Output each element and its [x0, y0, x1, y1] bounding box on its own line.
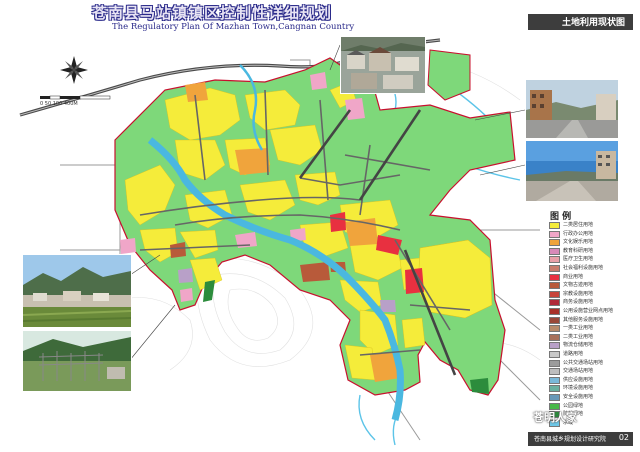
- legend-swatch: [549, 385, 560, 393]
- legend-swatch: [549, 333, 560, 341]
- legend-swatch: [549, 290, 560, 298]
- photo-substation: [22, 330, 132, 392]
- legend-swatch: [549, 222, 560, 229]
- legend-swatch: [549, 394, 560, 401]
- legend-swatch: [549, 376, 560, 384]
- footer-organization: 苍南县城乡规划设计研究院: [534, 436, 607, 443]
- north-green-area: [427, 49, 471, 101]
- legend-swatch: [549, 230, 560, 238]
- legend-swatch: [549, 299, 560, 307]
- footer-page-number: 02: [618, 433, 629, 442]
- legend-swatch: [549, 239, 560, 247]
- legend-swatch: [549, 351, 560, 358]
- watermark: 苍明人家: [533, 411, 577, 424]
- map-sheet: 苍南县马站镇镇区控制性详细规划 The Regulatory Plan Of M…: [0, 0, 640, 452]
- legend-swatch: [549, 273, 560, 281]
- map-legend: 图 例 二类居住用地 行政办公用地 文化娱乐用地 教育科研用地 医疗卫生用地 社会福利设施…: [545, 209, 633, 430]
- legend-swatch: [549, 247, 560, 255]
- scale-bar-label: 0 50 100 400M: [40, 101, 78, 107]
- legend-swatch: [549, 256, 560, 264]
- photo-mountain-fields: [22, 254, 132, 328]
- legend-swatch: [549, 368, 560, 376]
- legend-swatch: [549, 342, 560, 350]
- legend-swatch: [549, 282, 560, 290]
- legend-swatch: [549, 265, 560, 272]
- photo-town-rooftops: [340, 36, 426, 94]
- legend-swatch: [549, 325, 560, 333]
- legend-swatch: [549, 316, 560, 324]
- photo-wide-road: [525, 140, 619, 202]
- legend-swatch: [549, 359, 560, 367]
- footer-banner: 苍南县城乡规划设计研究院 02: [528, 432, 633, 446]
- photo-street-buildings: [525, 79, 619, 139]
- scale-bar: [40, 95, 111, 100]
- legend-swatch: [549, 308, 560, 315]
- north-arrow-icon: [60, 56, 88, 84]
